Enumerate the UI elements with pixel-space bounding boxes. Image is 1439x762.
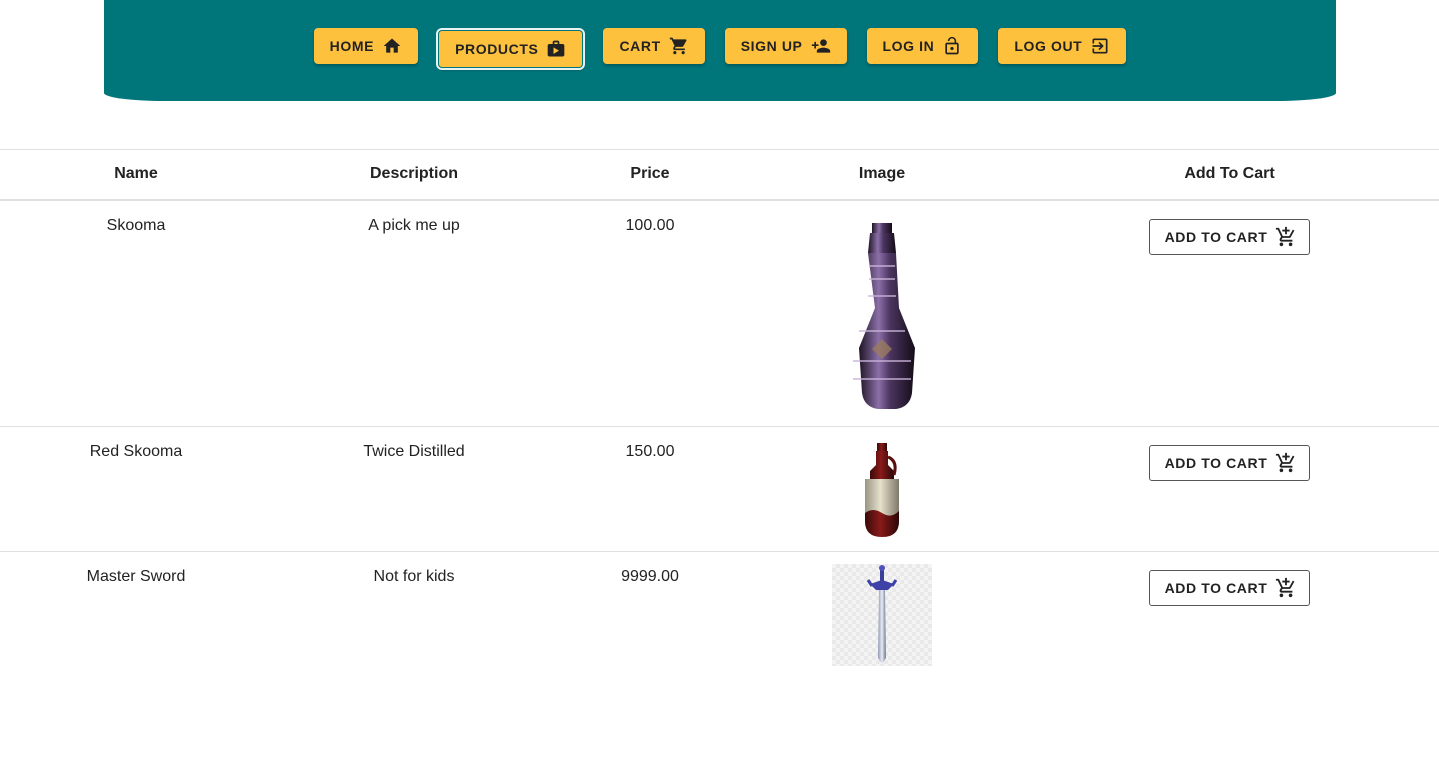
product-image-cell <box>744 427 1020 552</box>
table-body: Skooma A pick me up 100.00 ADD TO CART R… <box>0 200 1439 680</box>
header-image: Image <box>858 165 906 183</box>
nav-login-label: LOG IN <box>882 38 935 54</box>
red-bottle-image <box>865 443 899 537</box>
product-description: A pick me up <box>368 216 460 234</box>
header-name: Name <box>114 165 158 183</box>
table-header: Name Description Price Image Add To Cart <box>0 149 1439 200</box>
add-shopping-cart-icon <box>1276 577 1295 598</box>
logout-icon <box>1092 38 1108 54</box>
header-add-to-cart: Add To Cart <box>1184 165 1275 183</box>
product-price: 100.00 <box>625 216 675 234</box>
nav-login-button[interactable]: LOG IN <box>866 28 979 64</box>
product-image-cell <box>744 200 1020 427</box>
product-price: 150.00 <box>625 443 675 460</box>
add-to-cart-label: ADD TO CART <box>1164 228 1268 245</box>
add-to-cart-cell: ADD TO CART <box>1020 200 1439 427</box>
nav-home-button[interactable]: HOME <box>313 28 419 64</box>
person-add-icon <box>811 39 830 53</box>
product-name: Master Sword <box>86 568 186 585</box>
add-to-cart-cell: ADD TO CART <box>1020 552 1439 680</box>
nav-logout-button[interactable]: LOG OUT <box>998 28 1127 64</box>
add-to-cart-label: ADD TO CART <box>1164 455 1268 471</box>
product-name: Skooma <box>106 216 166 234</box>
nav-logout-label: LOG OUT <box>1014 38 1083 54</box>
add-to-cart-button[interactable]: ADD TO CART <box>1148 570 1311 606</box>
cart-icon <box>669 37 687 55</box>
product-image-cell <box>744 552 1020 680</box>
nav-products-label: PRODUCTS <box>455 41 539 57</box>
header-banner: HOME PRODUCTS CART SIGN UP LOG IN LOG OU… <box>104 0 1336 101</box>
product-name: Red Skooma <box>89 443 183 460</box>
purple-bottle-image <box>853 222 915 409</box>
add-to-cart-cell: ADD TO CART <box>1020 427 1439 552</box>
table-row: Red Skooma Twice Distilled 150.00 ADD TO… <box>0 427 1439 552</box>
product-price: 9999.00 <box>621 568 679 585</box>
nav-signup-label: SIGN UP <box>740 38 803 54</box>
main-nav: HOME PRODUCTS CART SIGN UP LOG IN LOG OU… <box>104 0 1336 101</box>
add-to-cart-label: ADD TO CART <box>1164 580 1268 596</box>
nav-cart-label: CART <box>619 38 661 54</box>
product-description: Twice Distilled <box>363 443 465 460</box>
sword-icon <box>866 565 898 664</box>
products-table: Name Description Price Image Add To Cart… <box>0 149 1439 680</box>
add-to-cart-button[interactable]: ADD TO CART <box>1148 445 1311 481</box>
table-row: Master Sword Not for kids 9999.00 ADD TO… <box>0 552 1439 680</box>
products-table-container: Name Description Price Image Add To Cart… <box>0 149 1439 680</box>
nav-cart-button[interactable]: CART <box>603 28 705 64</box>
sword-image <box>832 564 932 666</box>
add-shopping-cart-icon <box>1276 226 1295 246</box>
header-description: Description <box>369 165 458 183</box>
add-to-cart-button[interactable]: ADD TO CART <box>1148 218 1311 255</box>
lock-open-icon <box>945 36 959 55</box>
home-icon <box>383 38 401 53</box>
header-row: Name Description Price Image Add To Cart <box>0 149 1439 200</box>
nav-products-button[interactable]: PRODUCTS <box>436 28 586 70</box>
product-description: Not for kids <box>373 568 455 585</box>
nav-signup-button[interactable]: SIGN UP <box>724 28 847 64</box>
table-row: Skooma A pick me up 100.00 ADD TO CART <box>0 200 1439 427</box>
header-price: Price <box>630 165 670 183</box>
store-icon <box>548 40 565 57</box>
add-shopping-cart-icon <box>1276 452 1295 473</box>
nav-home-label: HOME <box>329 38 375 54</box>
